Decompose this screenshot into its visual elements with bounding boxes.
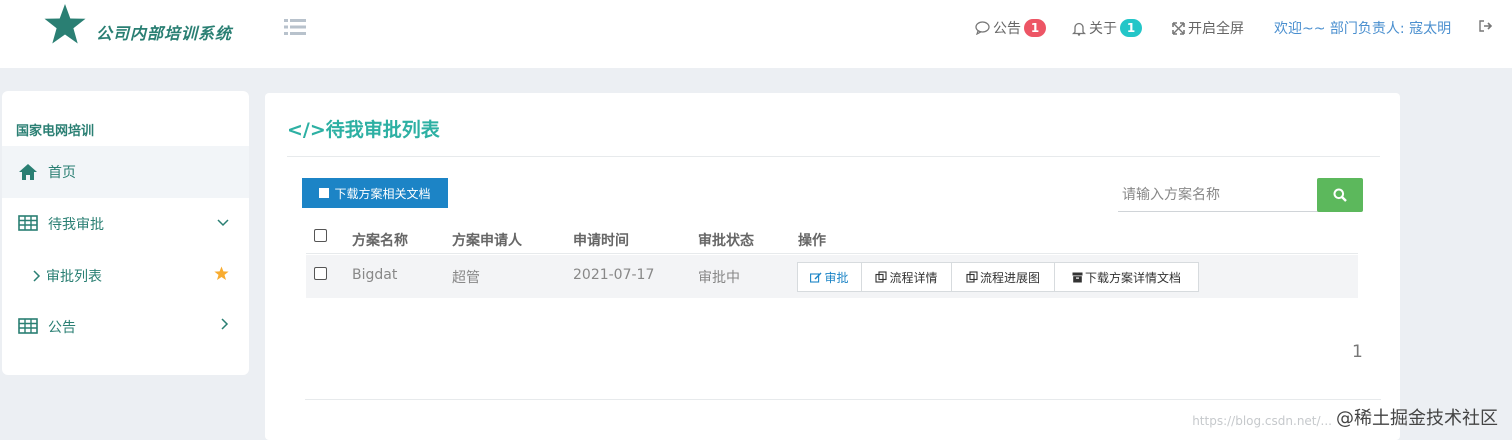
archive-icon bbox=[1072, 272, 1083, 283]
square-icon bbox=[319, 188, 330, 198]
logo-star-icon bbox=[44, 4, 86, 44]
edit-icon bbox=[810, 272, 822, 283]
about-nav[interactable]: 关于 1 bbox=[1072, 17, 1142, 39]
chevron-down-icon bbox=[217, 215, 229, 231]
page-title: </>待我审批列表 bbox=[287, 119, 440, 141]
column-header: 方案名称 bbox=[352, 233, 408, 249]
sidebar-item-home[interactable]: 首页 bbox=[2, 146, 249, 198]
about-count-badge: 1 bbox=[1120, 19, 1142, 37]
fullscreen-label: 开启全屏 bbox=[1188, 21, 1244, 37]
bottom-divider bbox=[305, 399, 1381, 400]
welcome-user[interactable]: 欢迎~~ 部门负责人: 寇太明 bbox=[1274, 17, 1451, 39]
sidebar-section-title: 国家电网培训 bbox=[16, 124, 95, 139]
sidebar-item-label: 待我审批 bbox=[48, 217, 104, 233]
process-detail-label: 流程详情 bbox=[889, 270, 938, 285]
watermark: @稀土掘金技术社区 bbox=[1336, 408, 1498, 429]
sign-out-icon bbox=[1479, 20, 1493, 36]
title-divider bbox=[287, 156, 1380, 157]
download-documents-label: 下载方案相关文档 bbox=[334, 186, 431, 201]
copy-icon bbox=[966, 271, 978, 283]
sidebar-item-label: 审批列表 bbox=[46, 269, 102, 285]
sidebar-item-pending-approval[interactable]: 待我审批 bbox=[2, 198, 249, 250]
column-header: 审批状态 bbox=[698, 233, 754, 249]
select-all-checkbox[interactable] bbox=[314, 229, 327, 242]
status-cell: 审批中 bbox=[698, 270, 740, 286]
process-progress-chart-button[interactable]: 流程进展图 bbox=[951, 262, 1055, 292]
chevron-right-icon bbox=[221, 318, 229, 334]
table-icon bbox=[18, 318, 38, 336]
logout-button[interactable] bbox=[1479, 17, 1493, 39]
pagination-page[interactable]: 1 bbox=[1352, 342, 1363, 362]
comment-icon bbox=[975, 21, 990, 35]
list-icon[interactable] bbox=[284, 18, 306, 36]
table-header: 方案名称 方案申请人 申请时间 审批状态 操作 bbox=[306, 220, 1358, 254]
about-label: 关于 bbox=[1089, 21, 1117, 37]
watermark-url: https://blog.csdn.net/... bbox=[1192, 414, 1332, 428]
notice-nav[interactable]: 公告 1 bbox=[975, 17, 1046, 39]
sidebar: 国家电网培训 首页 待我审批 审批列表 公告 bbox=[2, 91, 249, 375]
approve-label: 审批 bbox=[824, 270, 849, 285]
notice-count-badge: 1 bbox=[1024, 19, 1046, 37]
plan-name-cell: Bigdat bbox=[352, 267, 398, 283]
column-header: 方案申请人 bbox=[452, 233, 522, 249]
table-icon bbox=[18, 215, 38, 233]
table-row: Bigdat 超管 2021-07-17 审批中 审批 流程详情 流程进展图 下… bbox=[306, 255, 1358, 298]
sidebar-subitem-approval-list[interactable]: 审批列表 bbox=[2, 250, 249, 302]
download-documents-button[interactable]: 下载方案相关文档 bbox=[302, 178, 448, 208]
column-header: 操作 bbox=[798, 233, 826, 249]
app-name: 公司内部培训系统 bbox=[96, 24, 233, 43]
sidebar-item-label: 首页 bbox=[48, 165, 76, 181]
sidebar-item-label: 公告 bbox=[48, 320, 76, 336]
notice-label: 公告 bbox=[993, 21, 1021, 37]
favorite-star-icon bbox=[214, 266, 229, 285]
arrows-expand-icon bbox=[1172, 21, 1185, 35]
top-header: 公司内部培训系统 公告 1 关于 1 开启全屏 欢迎~~ 部门负责人: 寇太明 bbox=[0, 0, 1512, 68]
process-detail-button[interactable]: 流程详情 bbox=[861, 262, 952, 292]
approve-button[interactable]: 审批 bbox=[797, 262, 862, 292]
fullscreen-nav[interactable]: 开启全屏 bbox=[1172, 17, 1244, 39]
download-plan-detail-label: 下载方案详情文档 bbox=[1084, 270, 1181, 285]
search-icon bbox=[1333, 188, 1347, 202]
search-button[interactable] bbox=[1317, 178, 1363, 212]
home-icon bbox=[18, 163, 38, 181]
applicant-cell: 超管 bbox=[452, 270, 480, 286]
row-actions: 审批 流程详情 流程进展图 下载方案详情文档 bbox=[797, 262, 1199, 292]
row-checkbox[interactable] bbox=[314, 267, 327, 280]
column-header: 申请时间 bbox=[573, 233, 629, 249]
main-panel: </>待我审批列表 下载方案相关文档 方案名称 方案申请人 申请时间 审批状态 … bbox=[265, 93, 1400, 440]
chevron-right-icon bbox=[33, 270, 41, 282]
bell-icon bbox=[1072, 21, 1086, 36]
search-input[interactable] bbox=[1118, 178, 1318, 212]
download-plan-detail-button[interactable]: 下载方案详情文档 bbox=[1054, 262, 1199, 292]
process-progress-chart-label: 流程进展图 bbox=[979, 270, 1040, 285]
sidebar-item-notice[interactable]: 公告 bbox=[2, 301, 249, 353]
copy-icon bbox=[875, 271, 888, 283]
apply-date-cell: 2021-07-17 bbox=[573, 267, 655, 283]
